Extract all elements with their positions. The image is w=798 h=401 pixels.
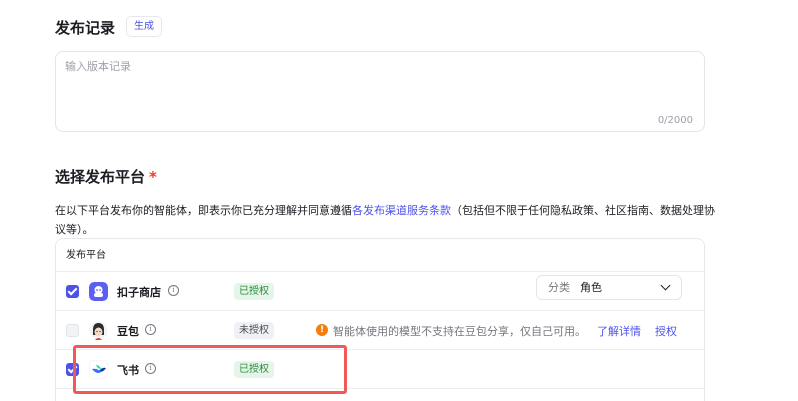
status-badge: 未授权 [234,322,274,339]
checkbox-doubao[interactable] [66,324,79,337]
warning-circle-icon: ! [316,324,328,336]
platform-name: 扣子商店 [117,286,161,299]
release-record-title: 发布记录 [55,19,116,37]
category-value: 角色 [580,281,602,294]
status-badge: 已授权 [234,283,274,300]
status-badge: 已授权 [234,361,274,378]
platform-name: 豆包 [117,325,139,338]
platform-row-doubao: 豆包 i 未授权 ! 智能体使用的模型不支持在豆包分享，仅自己可用。 了解详情 … [56,311,704,350]
char-counter: 0/2000 [657,115,693,126]
required-mark: * [149,168,157,186]
terms-link[interactable]: 各发布渠道服务条款 [352,204,451,217]
release-record-input[interactable] [65,58,685,108]
platform-row-feishu: 飞书 i 已授权 [56,350,704,389]
platform-section-title-text: 选择发布平台 [55,168,146,186]
platform-row-coze-store: 扣子商店 i 已授权 分类 角色 [56,272,704,311]
platform-section-title: 选择发布平台 * [55,166,157,187]
chevron-down-icon [660,280,671,291]
feishu-icon [89,360,108,379]
platform-name: 飞书 [117,364,139,377]
doubao-avatar-icon [89,321,108,340]
category-select[interactable]: 分类 角色 [536,275,682,300]
generate-button[interactable]: 生成 [126,16,162,37]
checkbox-coze-store[interactable] [66,285,79,298]
authorize-link[interactable]: 授权 [655,323,677,339]
info-circle-icon[interactable]: i [168,285,179,296]
checkbox-feishu[interactable] [66,363,79,376]
release-record-box: 0/2000 [55,51,705,132]
learn-more-link[interactable]: 了解详情 [597,323,641,339]
table-header: 发布平台 [56,239,704,272]
desc-prefix: 在以下平台发布你的智能体，即表示你已充分理解并同意遵循 [55,204,352,217]
platform-table: 发布平台 扣子商店 i 已授权 分类 角色 豆包 i 未授权 ! 智能体使用的模… [55,238,705,401]
coze-store-icon [89,282,108,301]
info-circle-icon[interactable]: i [145,363,156,374]
info-circle-icon[interactable]: i [145,324,156,335]
warning-text: 智能体使用的模型不支持在豆包分享，仅自己可用。 [333,325,586,338]
platform-description: 在以下平台发布你的智能体，即表示你已充分理解并同意遵循各发布渠道服务条款（包括但… [55,201,717,239]
category-label: 分类 [548,281,570,294]
